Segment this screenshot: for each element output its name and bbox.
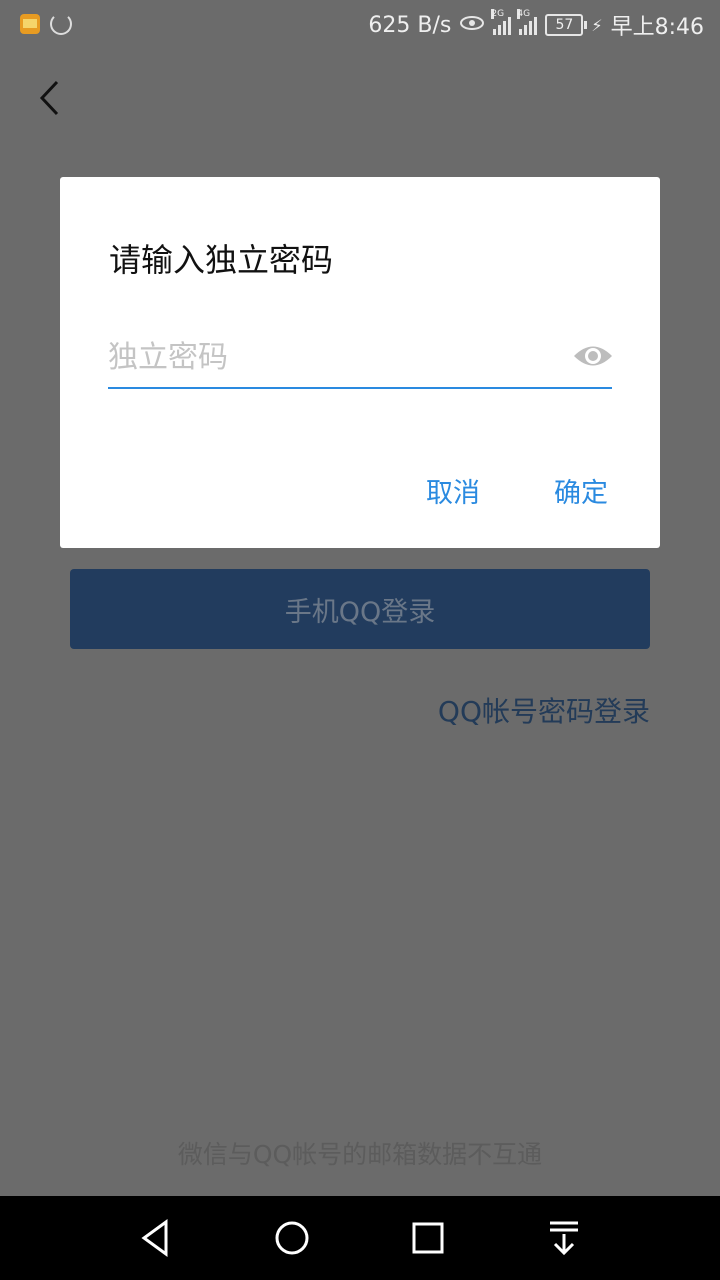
- clock: 早上8:46: [610, 15, 704, 40]
- password-field: [108, 329, 612, 389]
- status-bar: 625 B/s 2G 4G 57 ⚡ 早上8:46: [0, 0, 720, 50]
- footer-note: 微信与QQ帐号的邮箱数据不互通: [177, 1140, 543, 1169]
- pull-down-icon: [550, 1221, 578, 1256]
- dialog-title: 请输入独立密码: [109, 241, 334, 279]
- nav-recents-button[interactable]: [408, 1218, 448, 1258]
- nav-notifications-button[interactable]: [544, 1218, 584, 1258]
- eye-icon: [574, 346, 612, 366]
- eye-comfort-icon: [459, 13, 485, 38]
- charging-icon: ⚡: [591, 15, 603, 35]
- network-speed: 625 B/s: [368, 12, 452, 38]
- phone-qq-login-button[interactable]: 手机QQ登录: [70, 569, 650, 649]
- cancel-button[interactable]: 取消: [426, 471, 480, 510]
- back-button[interactable]: [30, 78, 70, 118]
- square-recents-icon: [412, 1222, 444, 1254]
- battery-icon: 57: [545, 14, 588, 36]
- confirm-button[interactable]: 确定: [554, 471, 608, 510]
- system-nav-bar: [0, 1196, 720, 1280]
- chevron-left-icon: [39, 80, 59, 116]
- password-dialog: 请输入独立密码 取消 确定: [60, 177, 660, 548]
- password-input[interactable]: [108, 329, 548, 385]
- nav-home-button[interactable]: [272, 1218, 312, 1258]
- signal-sim1-icon: 2G: [491, 9, 512, 35]
- nav-back-button[interactable]: [136, 1218, 176, 1258]
- mail-notification-icon: [20, 14, 40, 34]
- show-password-button[interactable]: [572, 341, 614, 371]
- signal-sim2-icon: 4G: [517, 9, 538, 35]
- circle-home-icon: [275, 1221, 309, 1255]
- qq-password-login-link[interactable]: QQ帐号密码登录: [438, 690, 650, 730]
- dialog-actions: 取消 确定: [426, 471, 608, 510]
- triangle-back-icon: [141, 1219, 168, 1257]
- sync-icon: [50, 13, 72, 35]
